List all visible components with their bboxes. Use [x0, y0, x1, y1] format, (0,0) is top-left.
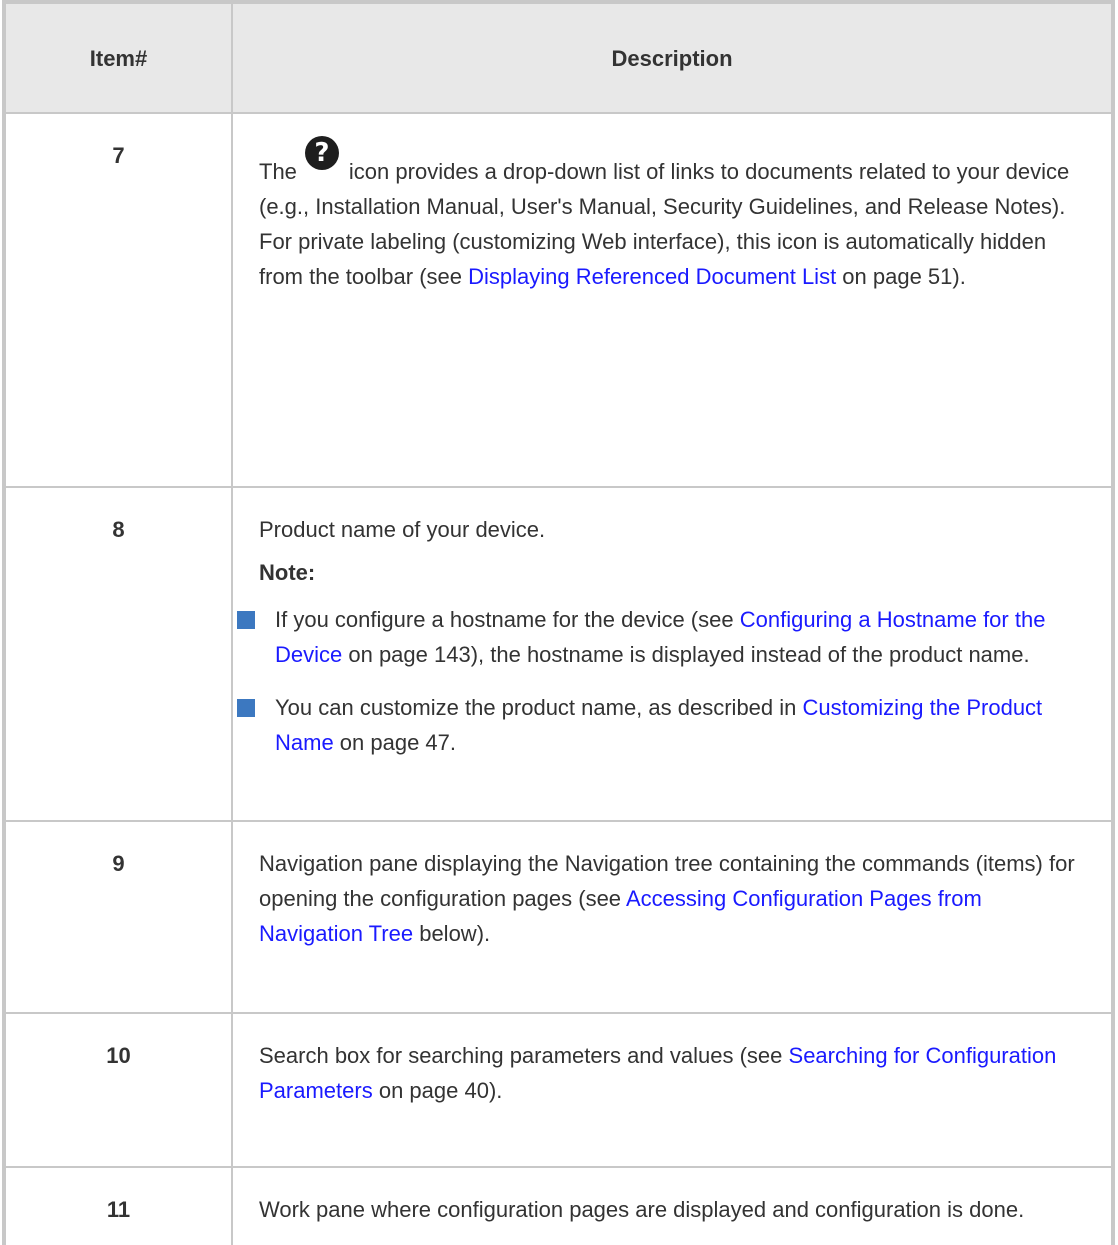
table-row: 9 Navigation pane displaying the Navigat… [3, 820, 1114, 1014]
text-segment: You can customize the product name, as d… [275, 695, 803, 720]
item-number: 10 [3, 1012, 233, 1168]
item-number: 8 [3, 486, 233, 822]
description-table: Item# Description 7 The?icon provides a … [2, 0, 1115, 1245]
table-row: 7 The?icon provides a drop-down list of … [3, 112, 1114, 488]
note-bullet-list: If you configure a hostname for the devi… [237, 602, 1087, 760]
text-segment: on page 51). [836, 264, 966, 289]
description-text: Product name of your device. [259, 517, 546, 542]
text-segment: on page 40). [372, 1078, 503, 1103]
text-segment: If you configure a hostname for the devi… [275, 607, 740, 632]
table-row: 11 Work pane where configuration pages a… [3, 1166, 1114, 1245]
header-description: Description [231, 1, 1114, 114]
text-before-icon: The [259, 159, 297, 184]
link-displaying-referenced-document-list[interactable]: Displaying Referenced Document List [468, 264, 836, 289]
description-text: Navigation pane displaying the Navigatio… [259, 846, 1087, 951]
list-item: You can customize the product name, as d… [237, 690, 1087, 760]
help-question-icon: ? [304, 136, 339, 170]
description-text: Work pane where configuration pages are … [259, 1197, 1025, 1222]
bullet-square-icon [237, 611, 255, 629]
text-segment: on page 143), the hostname is displayed … [342, 642, 1030, 667]
description-cell: Search box for searching parameters and … [231, 1012, 1114, 1168]
text-segment: Search box for searching parameters and … [259, 1043, 789, 1068]
description-text: The?icon provides a drop-down list of li… [259, 136, 1087, 294]
table-header-row: Item# Description [3, 1, 1114, 114]
description-cell: Navigation pane displaying the Navigatio… [231, 820, 1114, 1014]
bullet-square-icon [237, 699, 255, 717]
text-segment: below). [413, 921, 491, 946]
note-label: Note: [259, 560, 316, 585]
description-cell: The?icon provides a drop-down list of li… [231, 112, 1114, 488]
item-number: 7 [3, 112, 233, 488]
item-number: 9 [3, 820, 233, 1014]
description-text: Search box for searching parameters and … [259, 1038, 1087, 1108]
list-item: If you configure a hostname for the devi… [237, 602, 1087, 672]
description-cell: Work pane where configuration pages are … [231, 1166, 1114, 1245]
header-item: Item# [3, 1, 233, 114]
text-segment: on page 47. [333, 730, 457, 755]
table-row: 8 Product name of your device. Note: If … [3, 486, 1114, 822]
table-row: 10 Search box for searching parameters a… [3, 1012, 1114, 1168]
description-cell: Product name of your device. Note: If yo… [231, 486, 1114, 822]
item-number: 11 [3, 1166, 233, 1245]
